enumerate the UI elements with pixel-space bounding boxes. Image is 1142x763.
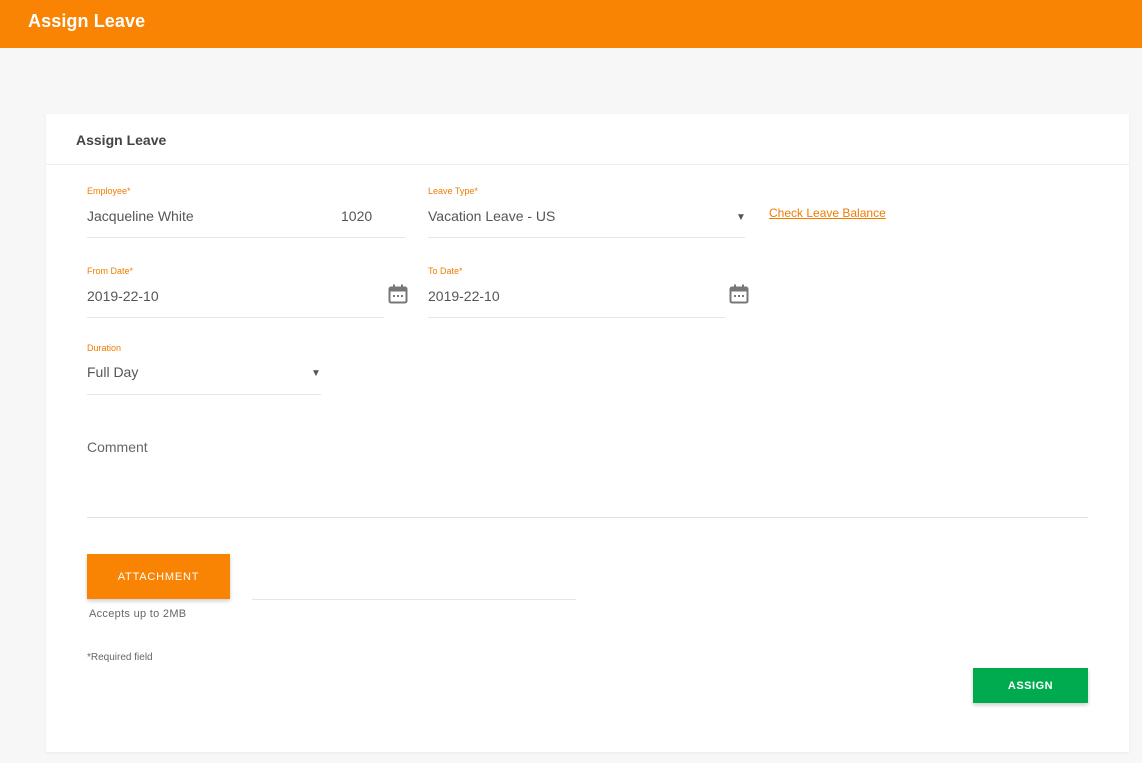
attachment-button[interactable]: ATTACHMENT — [87, 554, 230, 599]
comment-input[interactable]: Comment — [87, 439, 148, 455]
page-title: Assign Leave — [28, 11, 146, 31]
duration-select[interactable]: Duration Full Day ▼ — [87, 343, 321, 395]
duration-value: Full Day — [87, 364, 139, 380]
to-date-label: To Date* — [428, 266, 463, 276]
duration-label: Duration — [87, 343, 122, 353]
card-title: Assign Leave — [76, 132, 167, 148]
leave-type-underline — [428, 237, 745, 238]
check-leave-balance-link[interactable]: Check Leave Balance — [769, 206, 886, 220]
attachment-filename-line — [252, 599, 576, 600]
leave-type-label: Leave Type* — [428, 186, 478, 196]
to-date-value: 2019-22-10 — [428, 288, 500, 304]
to-date-underline — [428, 317, 725, 318]
required-field-note: *Required field — [87, 652, 153, 663]
leave-type-select[interactable]: Leave Type* Vacation Leave - US ▼ — [428, 186, 746, 238]
employee-label: Employee* — [87, 186, 131, 196]
attachment-hint: Accepts up to 2MB — [89, 608, 187, 620]
caret-down-icon: ▼ — [311, 368, 321, 379]
assign-button[interactable]: ASSIGN — [973, 668, 1088, 703]
assign-leave-card: Assign Leave Employee* Jacqueline White … — [46, 114, 1129, 752]
leave-type-value: Vacation Leave - US — [428, 208, 556, 224]
from-date-field[interactable]: From Date* 2019-22-10 — [87, 266, 384, 318]
to-date-field[interactable]: To Date* 2019-22-10 — [428, 266, 725, 318]
top-bar: Assign Leave — [0, 0, 1142, 48]
employee-underline — [87, 237, 405, 238]
employee-field[interactable]: Employee* Jacqueline White 1020 — [87, 186, 405, 238]
duration-underline — [87, 394, 321, 395]
card-header: Assign Leave — [46, 114, 1129, 165]
from-date-label: From Date* — [87, 266, 134, 276]
from-date-underline — [87, 317, 384, 318]
calendar-icon[interactable] — [388, 284, 408, 304]
comment-underline — [87, 517, 1088, 518]
employee-id: 1020 — [341, 208, 373, 224]
employee-name: Jacqueline White — [87, 208, 194, 224]
caret-down-icon: ▼ — [736, 212, 746, 223]
from-date-value: 2019-22-10 — [87, 288, 159, 304]
calendar-icon[interactable] — [729, 284, 749, 304]
